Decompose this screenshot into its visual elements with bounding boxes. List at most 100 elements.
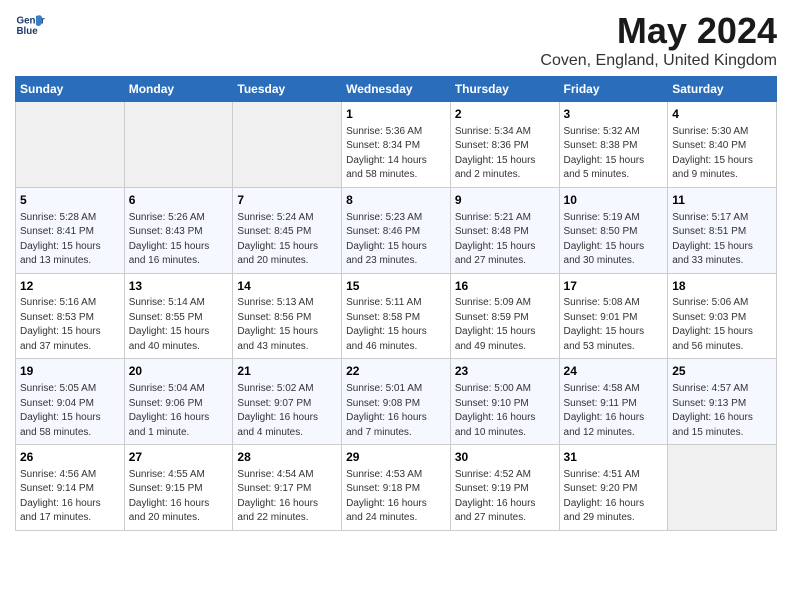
day-info: Sunrise: 5:02 AM Sunset: 9:07 PM Dayligh… — [237, 382, 337, 440]
calendar-cell: 3 Sunrise: 5:32 AM Sunset: 8:38 PM Daylig… — [559, 102, 668, 188]
day-number: 3 — [564, 106, 664, 123]
calendar-cell: 24 Sunrise: 4:58 AM Sunset: 9:11 PM Dayli… — [559, 359, 668, 445]
day-number: 30 — [455, 449, 555, 466]
logo-icon: General Blue — [15, 10, 45, 40]
day-number: 6 — [129, 192, 229, 209]
day-number: 9 — [455, 192, 555, 209]
location-title: Coven, England, United Kingdom — [540, 52, 777, 70]
calendar-cell — [124, 102, 233, 188]
day-info: Sunrise: 5:11 AM Sunset: 8:58 PM Dayligh… — [346, 296, 446, 354]
day-number: 17 — [564, 278, 664, 295]
day-info: Sunrise: 5:23 AM Sunset: 8:46 PM Dayligh… — [346, 211, 446, 269]
day-info: Sunrise: 5:21 AM Sunset: 8:48 PM Dayligh… — [455, 211, 555, 269]
calendar-cell: 7 Sunrise: 5:24 AM Sunset: 8:45 PM Daylig… — [233, 187, 342, 273]
calendar-body: 1 Sunrise: 5:36 AM Sunset: 8:34 PM Daylig… — [16, 102, 777, 531]
calendar-cell — [233, 102, 342, 188]
day-number: 4 — [672, 106, 772, 123]
day-number: 26 — [20, 449, 120, 466]
calendar-cell: 28 Sunrise: 4:54 AM Sunset: 9:17 PM Dayli… — [233, 445, 342, 531]
calendar-cell: 30 Sunrise: 4:52 AM Sunset: 9:19 PM Dayli… — [450, 445, 559, 531]
day-info: Sunrise: 5:24 AM Sunset: 8:45 PM Dayligh… — [237, 211, 337, 269]
day-number: 24 — [564, 363, 664, 380]
day-info: Sunrise: 5:04 AM Sunset: 9:06 PM Dayligh… — [129, 382, 229, 440]
calendar-cell: 18Sunrise: 5:06 AM Sunset: 9:03 PM Dayli… — [668, 273, 777, 359]
day-info: Sunrise: 5:09 AM Sunset: 8:59 PM Dayligh… — [455, 296, 555, 354]
calendar-cell: 25 Sunrise: 4:57 AM Sunset: 9:13 PM Dayli… — [668, 359, 777, 445]
day-number: 14 — [237, 278, 337, 295]
calendar-table: SundayMondayTuesdayWednesdayThursdayFrid… — [15, 76, 777, 531]
day-number: 18 — [672, 278, 772, 295]
day-number: 10 — [564, 192, 664, 209]
day-number: 28 — [237, 449, 337, 466]
calendar-cell: 9 Sunrise: 5:21 AM Sunset: 8:48 PM Daylig… — [450, 187, 559, 273]
day-info: Sunrise: 4:56 AM Sunset: 9:14 PM Dayligh… — [20, 468, 120, 526]
calendar-cell: 21 Sunrise: 5:02 AM Sunset: 9:07 PM Dayli… — [233, 359, 342, 445]
day-number: 13 — [129, 278, 229, 295]
day-number: 19 — [20, 363, 120, 380]
calendar-cell: 22Sunrise: 5:01 AM Sunset: 9:08 PM Dayli… — [342, 359, 451, 445]
calendar-cell: 1 Sunrise: 5:36 AM Sunset: 8:34 PM Daylig… — [342, 102, 451, 188]
calendar-cell: 19Sunrise: 5:05 AM Sunset: 9:04 PM Dayli… — [16, 359, 125, 445]
day-info: Sunrise: 4:54 AM Sunset: 9:17 PM Dayligh… — [237, 468, 337, 526]
day-number: 29 — [346, 449, 446, 466]
calendar-cell: 20 Sunrise: 5:04 AM Sunset: 9:06 PM Dayli… — [124, 359, 233, 445]
day-number: 31 — [564, 449, 664, 466]
calendar-week-row: 19Sunrise: 5:05 AM Sunset: 9:04 PM Dayli… — [16, 359, 777, 445]
calendar-cell: 8 Sunrise: 5:23 AM Sunset: 8:46 PM Daylig… — [342, 187, 451, 273]
day-number: 21 — [237, 363, 337, 380]
calendar-week-row: 26 Sunrise: 4:56 AM Sunset: 9:14 PM Dayli… — [16, 445, 777, 531]
calendar-cell: 26 Sunrise: 4:56 AM Sunset: 9:14 PM Dayli… — [16, 445, 125, 531]
calendar-cell: 17Sunrise: 5:08 AM Sunset: 9:01 PM Dayli… — [559, 273, 668, 359]
calendar-cell: 5 Sunrise: 5:28 AM Sunset: 8:41 PM Daylig… — [16, 187, 125, 273]
logo: General Blue — [15, 10, 45, 40]
calendar-cell: 31 Sunrise: 4:51 AM Sunset: 9:20 PM Dayli… — [559, 445, 668, 531]
weekday-header: Monday — [124, 77, 233, 102]
day-number: 20 — [129, 363, 229, 380]
day-number: 25 — [672, 363, 772, 380]
day-info: Sunrise: 4:57 AM Sunset: 9:13 PM Dayligh… — [672, 382, 772, 440]
day-number: 23 — [455, 363, 555, 380]
day-info: Sunrise: 5:06 AM Sunset: 9:03 PM Dayligh… — [672, 296, 772, 354]
calendar-header-row: SundayMondayTuesdayWednesdayThursdayFrid… — [16, 77, 777, 102]
day-info: Sunrise: 5:13 AM Sunset: 8:56 PM Dayligh… — [237, 296, 337, 354]
weekday-header: Tuesday — [233, 77, 342, 102]
calendar-cell: 12Sunrise: 5:16 AM Sunset: 8:53 PM Dayli… — [16, 273, 125, 359]
calendar-cell: 27Sunrise: 4:55 AM Sunset: 9:15 PM Dayli… — [124, 445, 233, 531]
calendar-week-row: 5 Sunrise: 5:28 AM Sunset: 8:41 PM Daylig… — [16, 187, 777, 273]
day-number: 11 — [672, 192, 772, 209]
calendar-cell: 11 Sunrise: 5:17 AM Sunset: 8:51 PM Dayli… — [668, 187, 777, 273]
calendar-cell: 23 Sunrise: 5:00 AM Sunset: 9:10 PM Dayli… — [450, 359, 559, 445]
day-number: 15 — [346, 278, 446, 295]
weekday-header: Sunday — [16, 77, 125, 102]
day-info: Sunrise: 5:14 AM Sunset: 8:55 PM Dayligh… — [129, 296, 229, 354]
calendar-cell: 4 Sunrise: 5:30 AM Sunset: 8:40 PM Daylig… — [668, 102, 777, 188]
day-info: Sunrise: 5:36 AM Sunset: 8:34 PM Dayligh… — [346, 125, 446, 183]
header: General Blue May 2024 Coven, England, Un… — [15, 10, 777, 70]
day-info: Sunrise: 4:53 AM Sunset: 9:18 PM Dayligh… — [346, 468, 446, 526]
day-number: 8 — [346, 192, 446, 209]
day-number: 7 — [237, 192, 337, 209]
weekday-header: Saturday — [668, 77, 777, 102]
day-info: Sunrise: 4:58 AM Sunset: 9:11 PM Dayligh… — [564, 382, 664, 440]
day-info: Sunrise: 4:51 AM Sunset: 9:20 PM Dayligh… — [564, 468, 664, 526]
day-number: 16 — [455, 278, 555, 295]
calendar-cell: 14Sunrise: 5:13 AM Sunset: 8:56 PM Dayli… — [233, 273, 342, 359]
day-info: Sunrise: 4:55 AM Sunset: 9:15 PM Dayligh… — [129, 468, 229, 526]
day-info: Sunrise: 5:28 AM Sunset: 8:41 PM Dayligh… — [20, 211, 120, 269]
day-info: Sunrise: 5:17 AM Sunset: 8:51 PM Dayligh… — [672, 211, 772, 269]
month-title: May 2024 — [540, 10, 777, 52]
day-number: 2 — [455, 106, 555, 123]
calendar-cell: 15Sunrise: 5:11 AM Sunset: 8:58 PM Dayli… — [342, 273, 451, 359]
day-number: 22 — [346, 363, 446, 380]
day-info: Sunrise: 4:52 AM Sunset: 9:19 PM Dayligh… — [455, 468, 555, 526]
day-info: Sunrise: 5:34 AM Sunset: 8:36 PM Dayligh… — [455, 125, 555, 183]
day-number: 5 — [20, 192, 120, 209]
day-info: Sunrise: 5:00 AM Sunset: 9:10 PM Dayligh… — [455, 382, 555, 440]
day-info: Sunrise: 5:30 AM Sunset: 8:40 PM Dayligh… — [672, 125, 772, 183]
calendar-cell: 2 Sunrise: 5:34 AM Sunset: 8:36 PM Daylig… — [450, 102, 559, 188]
day-info: Sunrise: 5:32 AM Sunset: 8:38 PM Dayligh… — [564, 125, 664, 183]
svg-text:Blue: Blue — [17, 26, 39, 37]
calendar-week-row: 1 Sunrise: 5:36 AM Sunset: 8:34 PM Daylig… — [16, 102, 777, 188]
day-number: 1 — [346, 106, 446, 123]
day-info: Sunrise: 5:16 AM Sunset: 8:53 PM Dayligh… — [20, 296, 120, 354]
